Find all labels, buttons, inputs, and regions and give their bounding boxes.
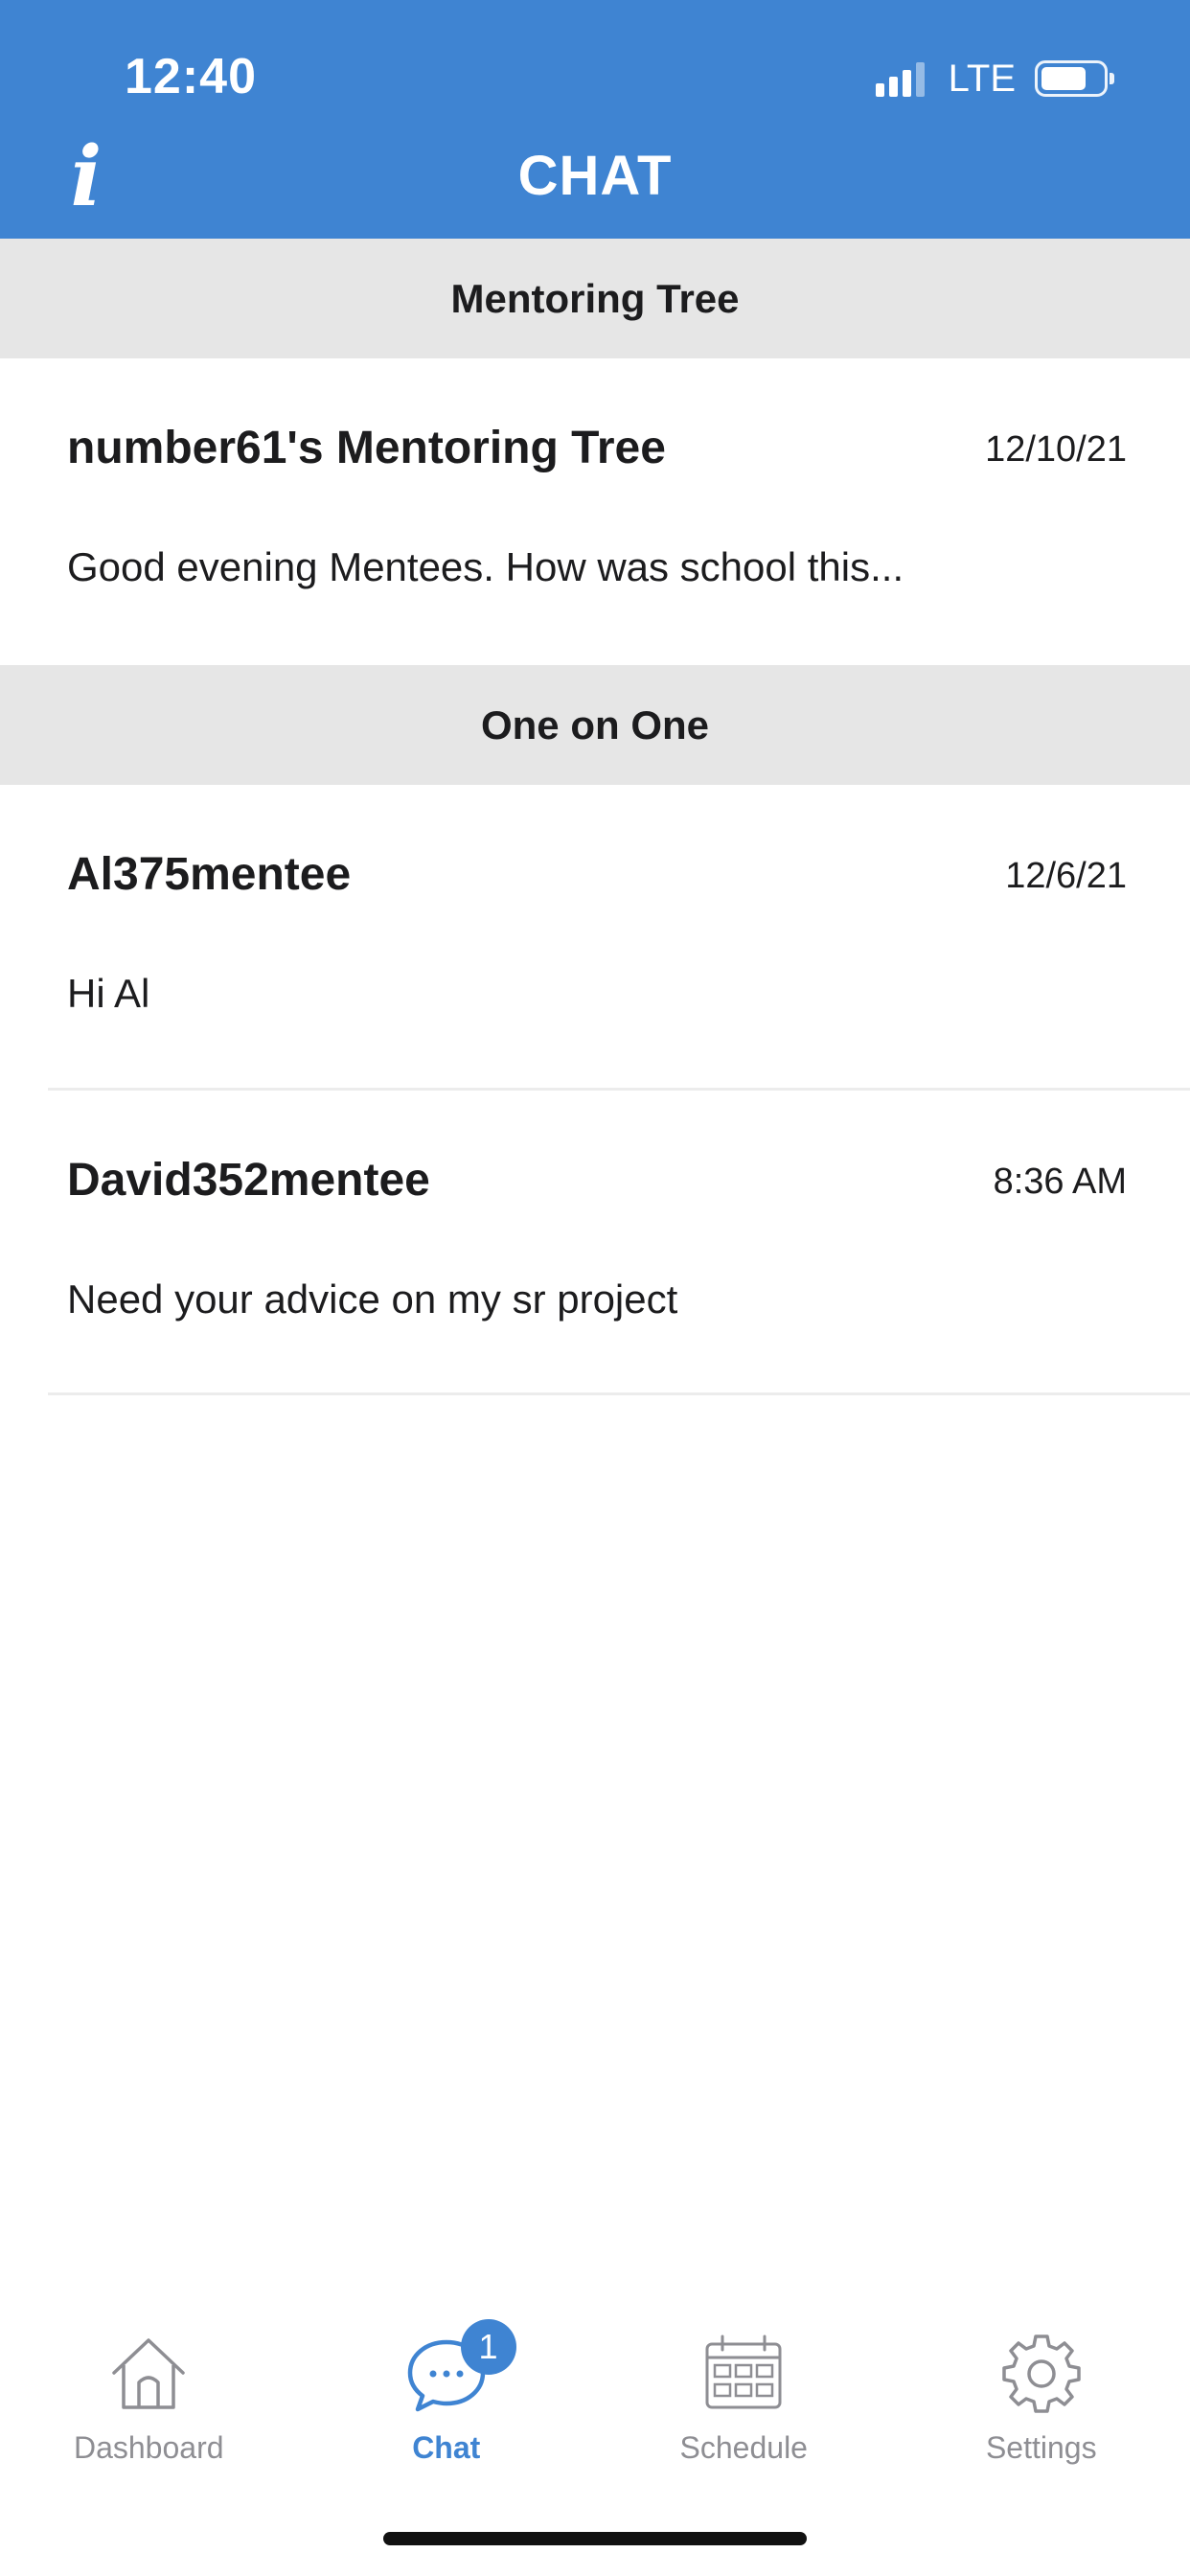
- tab-schedule[interactable]: Schedule: [595, 2319, 893, 2511]
- tab-label: Chat: [412, 2430, 481, 2465]
- chat-timestamp: 12/10/21: [985, 429, 1127, 470]
- section-header-mentoring-tree: Mentoring Tree: [0, 239, 1190, 358]
- tab-label: Settings: [985, 2430, 1097, 2465]
- chat-timestamp: 8:36 AM: [993, 1162, 1127, 1202]
- page-title: CHAT: [517, 145, 673, 207]
- home-icon: [112, 2338, 185, 2409]
- network-label: LTE: [948, 57, 1016, 100]
- row-divider: [48, 1392, 1190, 1395]
- app-header: 12:40 LTE i CHAT: [0, 0, 1190, 239]
- status-time: 12:40: [125, 49, 257, 104]
- unread-badge: 1: [460, 2319, 516, 2375]
- chat-preview: Hi Al: [67, 971, 150, 1016]
- calendar-icon: [705, 2334, 782, 2409]
- chat-timestamp: 12/6/21: [1005, 856, 1127, 896]
- section-header-one-on-one: One on One: [0, 665, 1190, 785]
- chat-row-david352mentee[interactable]: David352mentee 8:36 AM Need your advice …: [0, 1091, 1190, 1388]
- tab-label: Dashboard: [73, 2430, 224, 2465]
- chat-name: Al375mentee: [67, 849, 352, 900]
- tab-dashboard[interactable]: Dashboard: [0, 2319, 298, 2511]
- gear-icon: [1002, 2334, 1081, 2413]
- tab-settings[interactable]: Settings: [893, 2319, 1190, 2511]
- tab-label: Schedule: [679, 2430, 808, 2465]
- chat-preview: Good evening Mentees. How was school thi…: [67, 544, 904, 589]
- home-indicator[interactable]: [383, 2532, 807, 2545]
- chat-preview: Need your advice on my sr project: [67, 1276, 678, 1322]
- chat-name: David352mentee: [67, 1155, 430, 1206]
- tab-chat[interactable]: 1 Chat: [298, 2319, 596, 2511]
- chat-row-al375mentee[interactable]: Al375mentee 12/6/21 Hi Al: [0, 785, 1190, 1082]
- chat-row-mentoring-tree[interactable]: number61's Mentoring Tree 12/10/21 Good …: [0, 358, 1190, 656]
- signal-strength-icon: [875, 60, 929, 97]
- battery-icon: [1035, 60, 1114, 97]
- chat-name: number61's Mentoring Tree: [67, 423, 666, 473]
- status-indicators: LTE: [875, 56, 1114, 102]
- tab-bar: Dashboard 1 Chat Schedule Settings: [0, 2319, 1190, 2511]
